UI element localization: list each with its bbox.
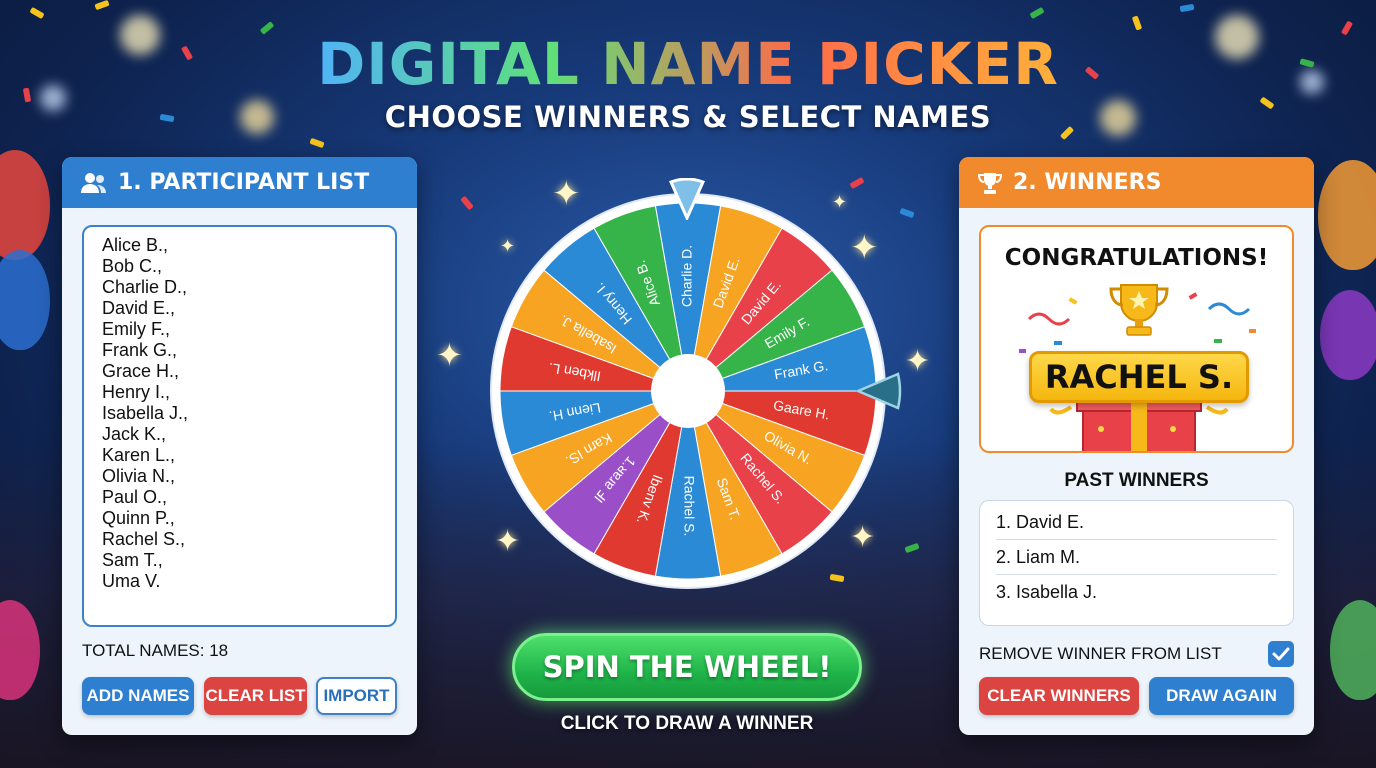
balloon [1318,160,1376,270]
participant-panel: 1. PARTICIPANT LIST Alice B., Bob C., Char… [62,157,417,735]
sparkle-icon: ✦ [500,236,516,256]
past-winners-list: 1. David E. 2. Liam M. 3. Isabella J. [979,500,1294,626]
clear-winners-button[interactable]: CLEAR WINNERS [979,677,1139,715]
names-textarea[interactable]: Alice B., Bob C., Charlie D., David E., Emil… [82,225,397,627]
checkmark-icon [1272,647,1290,661]
participant-panel-header: 1. PARTICIPANT LIST [62,157,417,208]
top-pointer-icon [668,178,706,220]
name-wheel[interactable]: Charlie D. David E. David E. Emily F. Frank … [490,193,886,589]
winners-panel-header: 2. WINNERS [959,157,1314,208]
spin-hint: CLICK TO DRAW A WINNER [560,713,814,734]
participant-name: Olivia N., [102,466,176,486]
total-names-label: TOTAL NAMES: 18 [82,641,229,660]
congratulations-heading: CONGRATULATIONS! [1004,245,1269,271]
participant-name: David E., [102,298,176,318]
sparkle-icon: ✦ [552,175,581,213]
participant-name: Quinn P., [102,508,175,528]
past-winner-item: 3. Isabella J. [996,582,1098,602]
past-winner-item: 1. David E. [996,505,1277,540]
remove-winner-label: REMOVE WINNER FROM LIST [979,644,1222,663]
wheel-hub [651,354,725,428]
spin-the-wheel-button[interactable]: SPIN THE WHEEL! [512,633,862,701]
participant-name: Uma V. [102,571,161,591]
past-winners-heading: PAST WINNERS [1064,470,1209,491]
participant-name: Paul O., [102,487,168,507]
balloon [1320,290,1376,380]
sparkle-icon: ✦ [436,337,463,373]
winner-card: CONGRATULATIONS! RACHEL S. [979,225,1294,453]
participant-name: Alice B., [102,235,169,255]
participant-name: Jack K., [102,424,167,444]
app-subtitle: CHOOSE WINNERS & SELECT NAMES [384,100,992,134]
participant-name: Henry I., [102,382,171,402]
past-winner-item: 2. Liam M. [996,540,1277,575]
sparkle-icon: ✦ [850,521,876,554]
remove-winner-row: REMOVE WINNER FROM LIST [979,641,1294,667]
trophy-icon [977,172,1003,194]
remove-winner-checkbox[interactable] [1268,641,1294,667]
draw-again-button[interactable]: DRAW AGAIN [1149,677,1294,715]
side-pointer-icon [856,372,902,410]
participant-name: Grace H., [102,361,180,381]
participant-name: Karen L., [102,445,176,465]
add-names-button[interactable]: ADD NAMES [82,677,194,715]
sparkle-icon: ✦ [905,345,931,378]
participant-name: Sam T., [102,550,163,570]
winners-panel: 2. WINNERS CONGRATULATIONS! RACHEL S. PA… [959,157,1314,735]
wheel-segment-label: Charlie D. [679,245,695,307]
sparkle-icon: ✦ [495,525,521,558]
import-button[interactable]: IMPORT [316,677,397,715]
balloon [0,150,50,260]
participant-name: Charlie D., [102,277,188,297]
users-icon [81,172,106,193]
wheel-segment-label: Rachel S. [681,476,697,537]
winner-name: RACHEL S. [1029,351,1249,403]
participant-name: Emily F., [102,319,171,339]
participant-name: Rachel S., [102,529,186,549]
participant-name: Bob C., [102,256,163,276]
balloon [0,250,50,350]
clear-list-button[interactable]: CLEAR LIST [204,677,307,715]
sparkle-icon: ✦ [832,192,848,212]
app-title: DIGITAL NAME PICKER [0,30,1376,98]
wheel-graphic[interactable]: Charlie D. David E.David E.Emily F.Frank … [490,193,886,589]
participant-name: Frank G., [102,340,178,360]
winners-panel-title: 2. WINNERS [1013,170,1162,195]
participant-name: Isabella J., [102,403,189,423]
participant-panel-title: 1. PARTICIPANT LIST [118,170,370,195]
sparkle-icon: ✦ [850,229,879,267]
